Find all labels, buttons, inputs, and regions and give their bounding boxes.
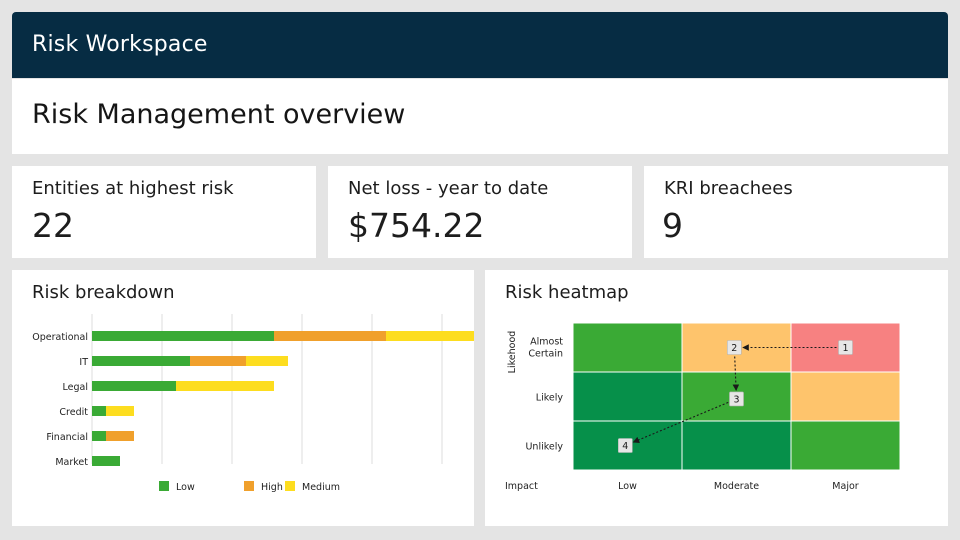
top-bar: Risk Workspace <box>12 12 948 78</box>
category-label: Operational <box>32 332 88 343</box>
column-label: Low <box>618 481 637 492</box>
kpi-value: 22 <box>32 206 74 245</box>
risk-marker-label: 4 <box>622 441 628 452</box>
risk-breakdown-panel: Risk breakdown Operational IT Legal Credit F… <box>12 270 474 526</box>
risk-heatmap-chart: Likehood Almost Certain Likely Unlikely Low Mo… <box>505 322 901 492</box>
bar-low-legal <box>92 381 176 391</box>
bar-low-operational <box>92 331 274 341</box>
bar-high-financial <box>106 431 134 441</box>
heatmap-cell <box>681 420 792 471</box>
page-title: Risk Management overview <box>32 99 406 130</box>
bar-medium-it <box>246 356 288 366</box>
y-axis-title: Likehood <box>507 331 518 374</box>
category-label: Financial <box>46 432 88 443</box>
legend-swatch-high <box>244 481 254 491</box>
kpi-card-net-loss[interactable]: Net loss - year to date $754.22 <box>328 166 632 258</box>
kpi-value: 9 <box>662 206 683 245</box>
column-label: Moderate <box>714 481 759 492</box>
kpi-label: KRI breachees <box>664 178 793 199</box>
risk-breakdown-chart: Operational IT Legal Credit Financial Market L… <box>32 314 474 493</box>
legend-swatch-medium <box>285 481 295 491</box>
category-label: Market <box>55 457 88 468</box>
row-label: Unlikely <box>525 442 563 453</box>
row-label-line: Almost <box>530 337 563 348</box>
bar-low-credit <box>92 406 106 416</box>
kpi-card-entities[interactable]: Entities at highest risk 22 <box>12 166 316 258</box>
legend-label-high: High <box>261 482 283 493</box>
kpi-label: Net loss - year to date <box>348 178 549 199</box>
bar-high-it <box>190 356 246 366</box>
heatmap-cell <box>790 420 901 471</box>
heatmap-cell <box>572 371 683 422</box>
bar-medium-legal <box>176 381 274 391</box>
bar-high-operational <box>274 331 386 341</box>
bar-low-market <box>92 456 120 466</box>
legend-label-medium: Medium <box>302 482 340 493</box>
heatmap-cell <box>572 322 683 373</box>
kpi-card-kri-breaches[interactable]: KRI breachees 9 <box>644 166 948 258</box>
legend-label-low: Low <box>176 482 195 493</box>
risk-marker-label: 2 <box>731 343 737 354</box>
category-label: IT <box>79 357 88 368</box>
kpi-value: $754.22 <box>348 206 485 245</box>
bar-medium-credit <box>106 406 134 416</box>
kpi-label: Entities at highest risk <box>32 178 234 199</box>
column-label: Major <box>832 481 858 492</box>
row-label: Almost Certain <box>528 337 563 360</box>
row-label-line: Certain <box>528 349 563 360</box>
category-label: Credit <box>59 407 88 418</box>
risk-heatmap-panel: Risk heatmap Likehood Almost Certain Likely… <box>485 270 948 526</box>
title-card: Risk Management overview <box>12 79 948 154</box>
bar-medium-operational <box>386 331 474 341</box>
legend-swatch-low <box>159 481 169 491</box>
app-title: Risk Workspace <box>32 32 208 57</box>
risk-marker-label: 1 <box>842 343 848 354</box>
risk-marker-label: 3 <box>733 394 739 405</box>
bar-low-financial <box>92 431 106 441</box>
x-axis-title: Impact <box>505 481 538 492</box>
bar-low-it <box>92 356 190 366</box>
category-label: Legal <box>63 382 88 393</box>
row-label: Likely <box>536 393 564 404</box>
heatmap-cell <box>790 371 901 422</box>
